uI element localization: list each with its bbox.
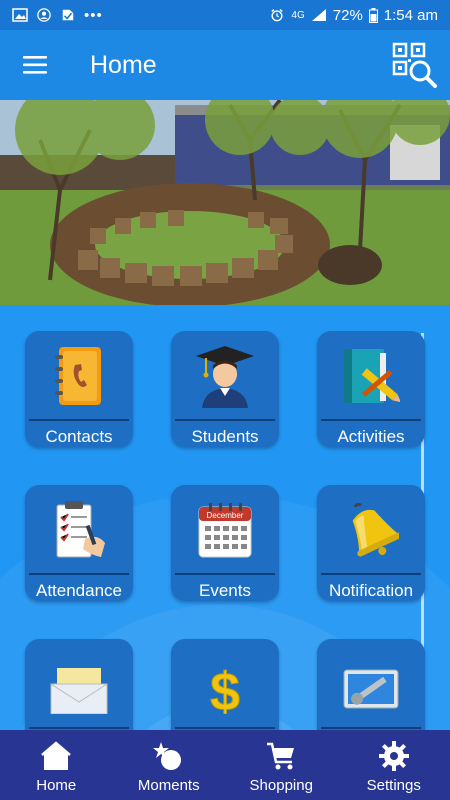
qr-search-icon: [392, 42, 437, 88]
book-pencil-icon: [344, 349, 400, 403]
status-bar: ••• 4G 72% 1:54 am: [0, 0, 450, 30]
tile-label: Notification: [328, 581, 414, 600]
tile-label: Attendance: [35, 581, 122, 600]
tile-messages[interactable]: [25, 639, 133, 730]
bell-icon: [352, 502, 399, 557]
tile-settings[interactable]: [317, 639, 425, 730]
network-type: 4G: [291, 9, 305, 21]
more-notifications-icon: •••: [84, 6, 103, 24]
home-icon: [41, 741, 72, 770]
tile-label: Activities: [337, 427, 405, 446]
tile-attendance[interactable]: Attendance: [25, 485, 133, 601]
check-doc-notification-icon: [62, 9, 74, 21]
nav-label: Moments: [137, 777, 200, 794]
school-garden-banner: [0, 100, 450, 305]
account-notification-icon: [37, 8, 51, 22]
signal-icon: [311, 9, 326, 21]
tile-events[interactable]: December Events: [171, 485, 279, 601]
cart-icon: [267, 742, 295, 770]
tile-label: Contacts: [45, 427, 113, 446]
tile-activities[interactable]: Activities: [317, 331, 425, 447]
svg-text:$: $: [210, 662, 240, 714]
calendar-month: December: [207, 511, 244, 520]
nav-settings[interactable]: Settings: [338, 730, 450, 800]
status-right: 4G 72% 1:54 am: [269, 7, 438, 24]
battery-icon: [368, 7, 378, 23]
bottom-nav: Home Moments Shopping Settings: [0, 730, 450, 800]
address-book-icon: [55, 347, 101, 405]
clock: 1:54 am: [383, 6, 438, 24]
tile-label: Students: [191, 427, 259, 446]
gallery-notification-icon: [12, 8, 28, 22]
tile-fees[interactable]: $: [171, 639, 279, 730]
menu-grid: Contacts Students Activities Attendance …: [0, 305, 450, 730]
tile-contacts[interactable]: Contacts: [25, 331, 133, 447]
status-left: •••: [12, 7, 103, 24]
calendar-icon: December: [198, 503, 252, 558]
nav-label: Settings: [366, 777, 421, 794]
tile-students[interactable]: Students: [171, 331, 279, 447]
qr-scan-button[interactable]: [390, 40, 440, 90]
hamburger-icon: [23, 56, 47, 74]
nav-moments[interactable]: Moments: [113, 730, 226, 800]
gear-icon: [378, 741, 409, 771]
monitor-settings-icon: [343, 669, 399, 709]
tile-label: Events: [199, 581, 251, 600]
page-title: Home: [90, 50, 157, 79]
nav-shopping[interactable]: Shopping: [225, 730, 338, 800]
tile-notification[interactable]: Notification: [317, 485, 425, 601]
app-bar: Home: [0, 30, 450, 100]
envelope-icon: [50, 668, 108, 714]
graduate-icon: [196, 346, 254, 408]
moments-icon: [152, 742, 181, 770]
nav-label: Home: [36, 777, 77, 794]
menu-button[interactable]: [0, 30, 70, 100]
battery-percent: 72%: [332, 6, 363, 24]
nav-home[interactable]: Home: [0, 730, 113, 800]
nav-label: Shopping: [249, 777, 313, 794]
garden-image: [0, 100, 450, 305]
clipboard-icon: [56, 501, 105, 558]
dollar-icon: $: [209, 662, 240, 715]
alarm-icon: [271, 9, 284, 22]
